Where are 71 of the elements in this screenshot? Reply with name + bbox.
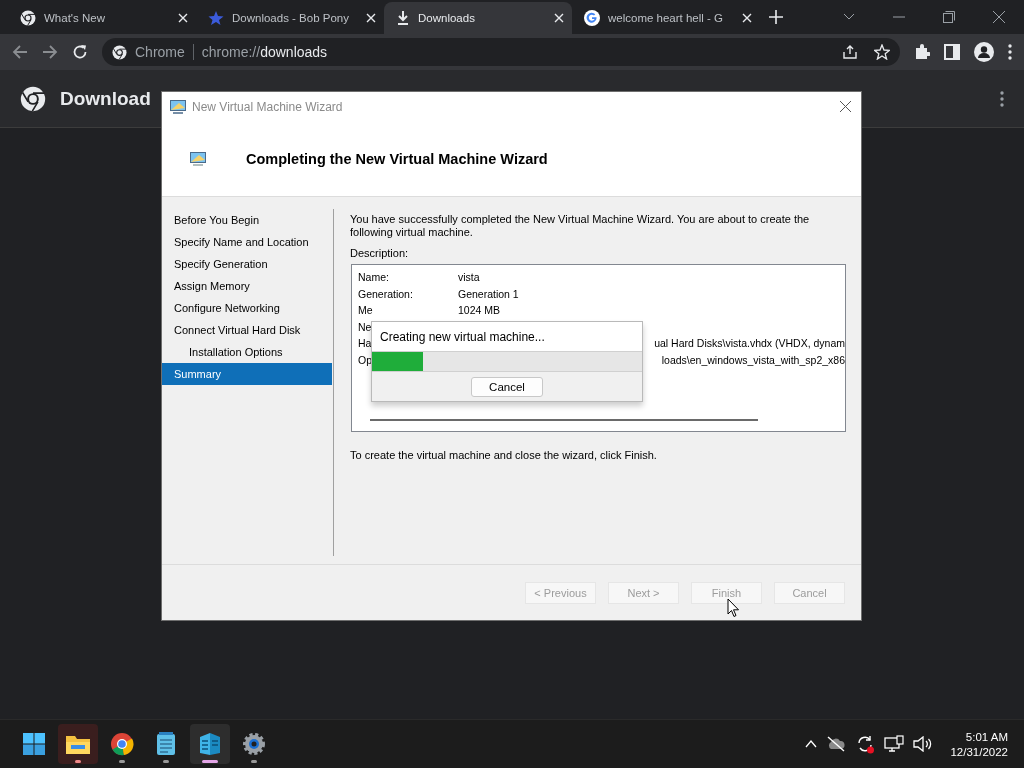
folder-icon: [65, 733, 91, 755]
browser-tab[interactable]: Downloads - Bob Pony: [196, 2, 384, 34]
chrome-icon: [112, 44, 127, 60]
cloud-off-icon[interactable]: [826, 736, 847, 752]
clock-date: 12/31/2022: [950, 745, 1008, 758]
description-value: vista: [458, 271, 480, 284]
server-icon: [198, 731, 222, 757]
wizard-step[interactable]: Specify Generation: [162, 253, 332, 275]
chevron-down-icon[interactable]: [843, 13, 855, 21]
network-icon[interactable]: [884, 735, 905, 753]
close-icon[interactable]: [840, 101, 851, 112]
clock-time: 5:01 AM: [965, 730, 1008, 743]
description-value: 1024 MB: [458, 304, 501, 317]
back-icon[interactable]: [12, 44, 28, 60]
puzzle-icon[interactable]: [914, 44, 930, 60]
description-label: Description:: [350, 247, 410, 259]
wizard-step[interactable]: Installation Options: [162, 341, 332, 363]
window-title: New Virtual Machine Wizard: [192, 99, 343, 114]
browser-tab[interactable]: Downloads: [384, 2, 572, 34]
monitor-icon: [170, 99, 186, 114]
chrome-icon: [20, 10, 36, 26]
finish-note: To create the virtual machine and close the wizard, click Finish.: [350, 449, 658, 461]
forward-icon[interactable]: [42, 44, 58, 60]
reload-icon[interactable]: [72, 44, 88, 60]
close-icon[interactable]: [993, 11, 1005, 23]
sync-icon[interactable]: [855, 734, 876, 754]
description-key: Generation:: [358, 287, 458, 300]
description-value: ual Hard Disks\vista.vhdx (VHDX, dynam: [654, 337, 845, 350]
new-tab-icon[interactable]: [769, 10, 783, 24]
volume-icon[interactable]: [913, 736, 934, 752]
description-key: Ha: [358, 337, 372, 350]
wizard-step[interactable]: Summary: [162, 363, 332, 385]
settings-icon: [242, 732, 266, 756]
share-icon[interactable]: [842, 44, 858, 60]
wizard-step[interactable]: Specify Name and Location: [162, 231, 332, 253]
page-title: Download: [60, 87, 151, 110]
star-icon: [208, 10, 224, 26]
restore-icon[interactable]: [943, 11, 955, 23]
star-icon[interactable]: [874, 44, 890, 60]
profile-icon[interactable]: [974, 42, 994, 62]
wizard-step[interactable]: Assign Memory: [162, 275, 332, 297]
address-bar[interactable]: Chrome chrome://downloads: [102, 38, 900, 66]
chrome-logo-icon: [20, 85, 46, 112]
wizard-step[interactable]: Connect Virtual Hard Disk: [162, 319, 332, 341]
download-icon: [396, 10, 410, 26]
monitor-icon: [190, 151, 206, 166]
menu-icon[interactable]: [1008, 44, 1012, 60]
wizard-step[interactable]: Configure Networking: [162, 297, 332, 319]
cancel-button[interactable]: Cancel: [471, 376, 543, 397]
taskbar-button[interactable]: [58, 724, 98, 764]
intro-text: You have successfully completed the New Virtual Machine Wizard. You are about to create the following virtual machine.: [350, 213, 811, 239]
chevron-up-icon[interactable]: [805, 740, 818, 748]
browser-tab[interactable]: What's New: [8, 2, 196, 34]
site-label: Chrome: [135, 44, 185, 60]
windows-start-icon: [22, 732, 46, 756]
menu-icon[interactable]: [1000, 90, 1004, 107]
scrollbar-drawing[interactable]: [370, 419, 758, 422]
description-key: Name:: [358, 271, 458, 284]
taskbar-button[interactable]: [190, 724, 230, 764]
browser-tab[interactable]: welcome heart hell - G: [572, 2, 760, 34]
description-value: loads\en_windows_vista_with_sp2_x86: [661, 353, 845, 366]
description-key: Me: [358, 304, 458, 317]
cursor-icon: [727, 598, 740, 618]
wizard-step[interactable]: Before You Begin: [162, 209, 332, 231]
chrome-icon: [110, 732, 134, 756]
url-text: chrome://downloads: [201, 44, 328, 60]
notepad-icon: [156, 732, 176, 756]
side-panel-icon[interactable]: [944, 44, 960, 60]
wizard-heading: Completing the New Virtual Machine Wizard: [246, 150, 548, 167]
description-value: Generation 1: [458, 287, 519, 300]
google-icon: [584, 10, 600, 26]
